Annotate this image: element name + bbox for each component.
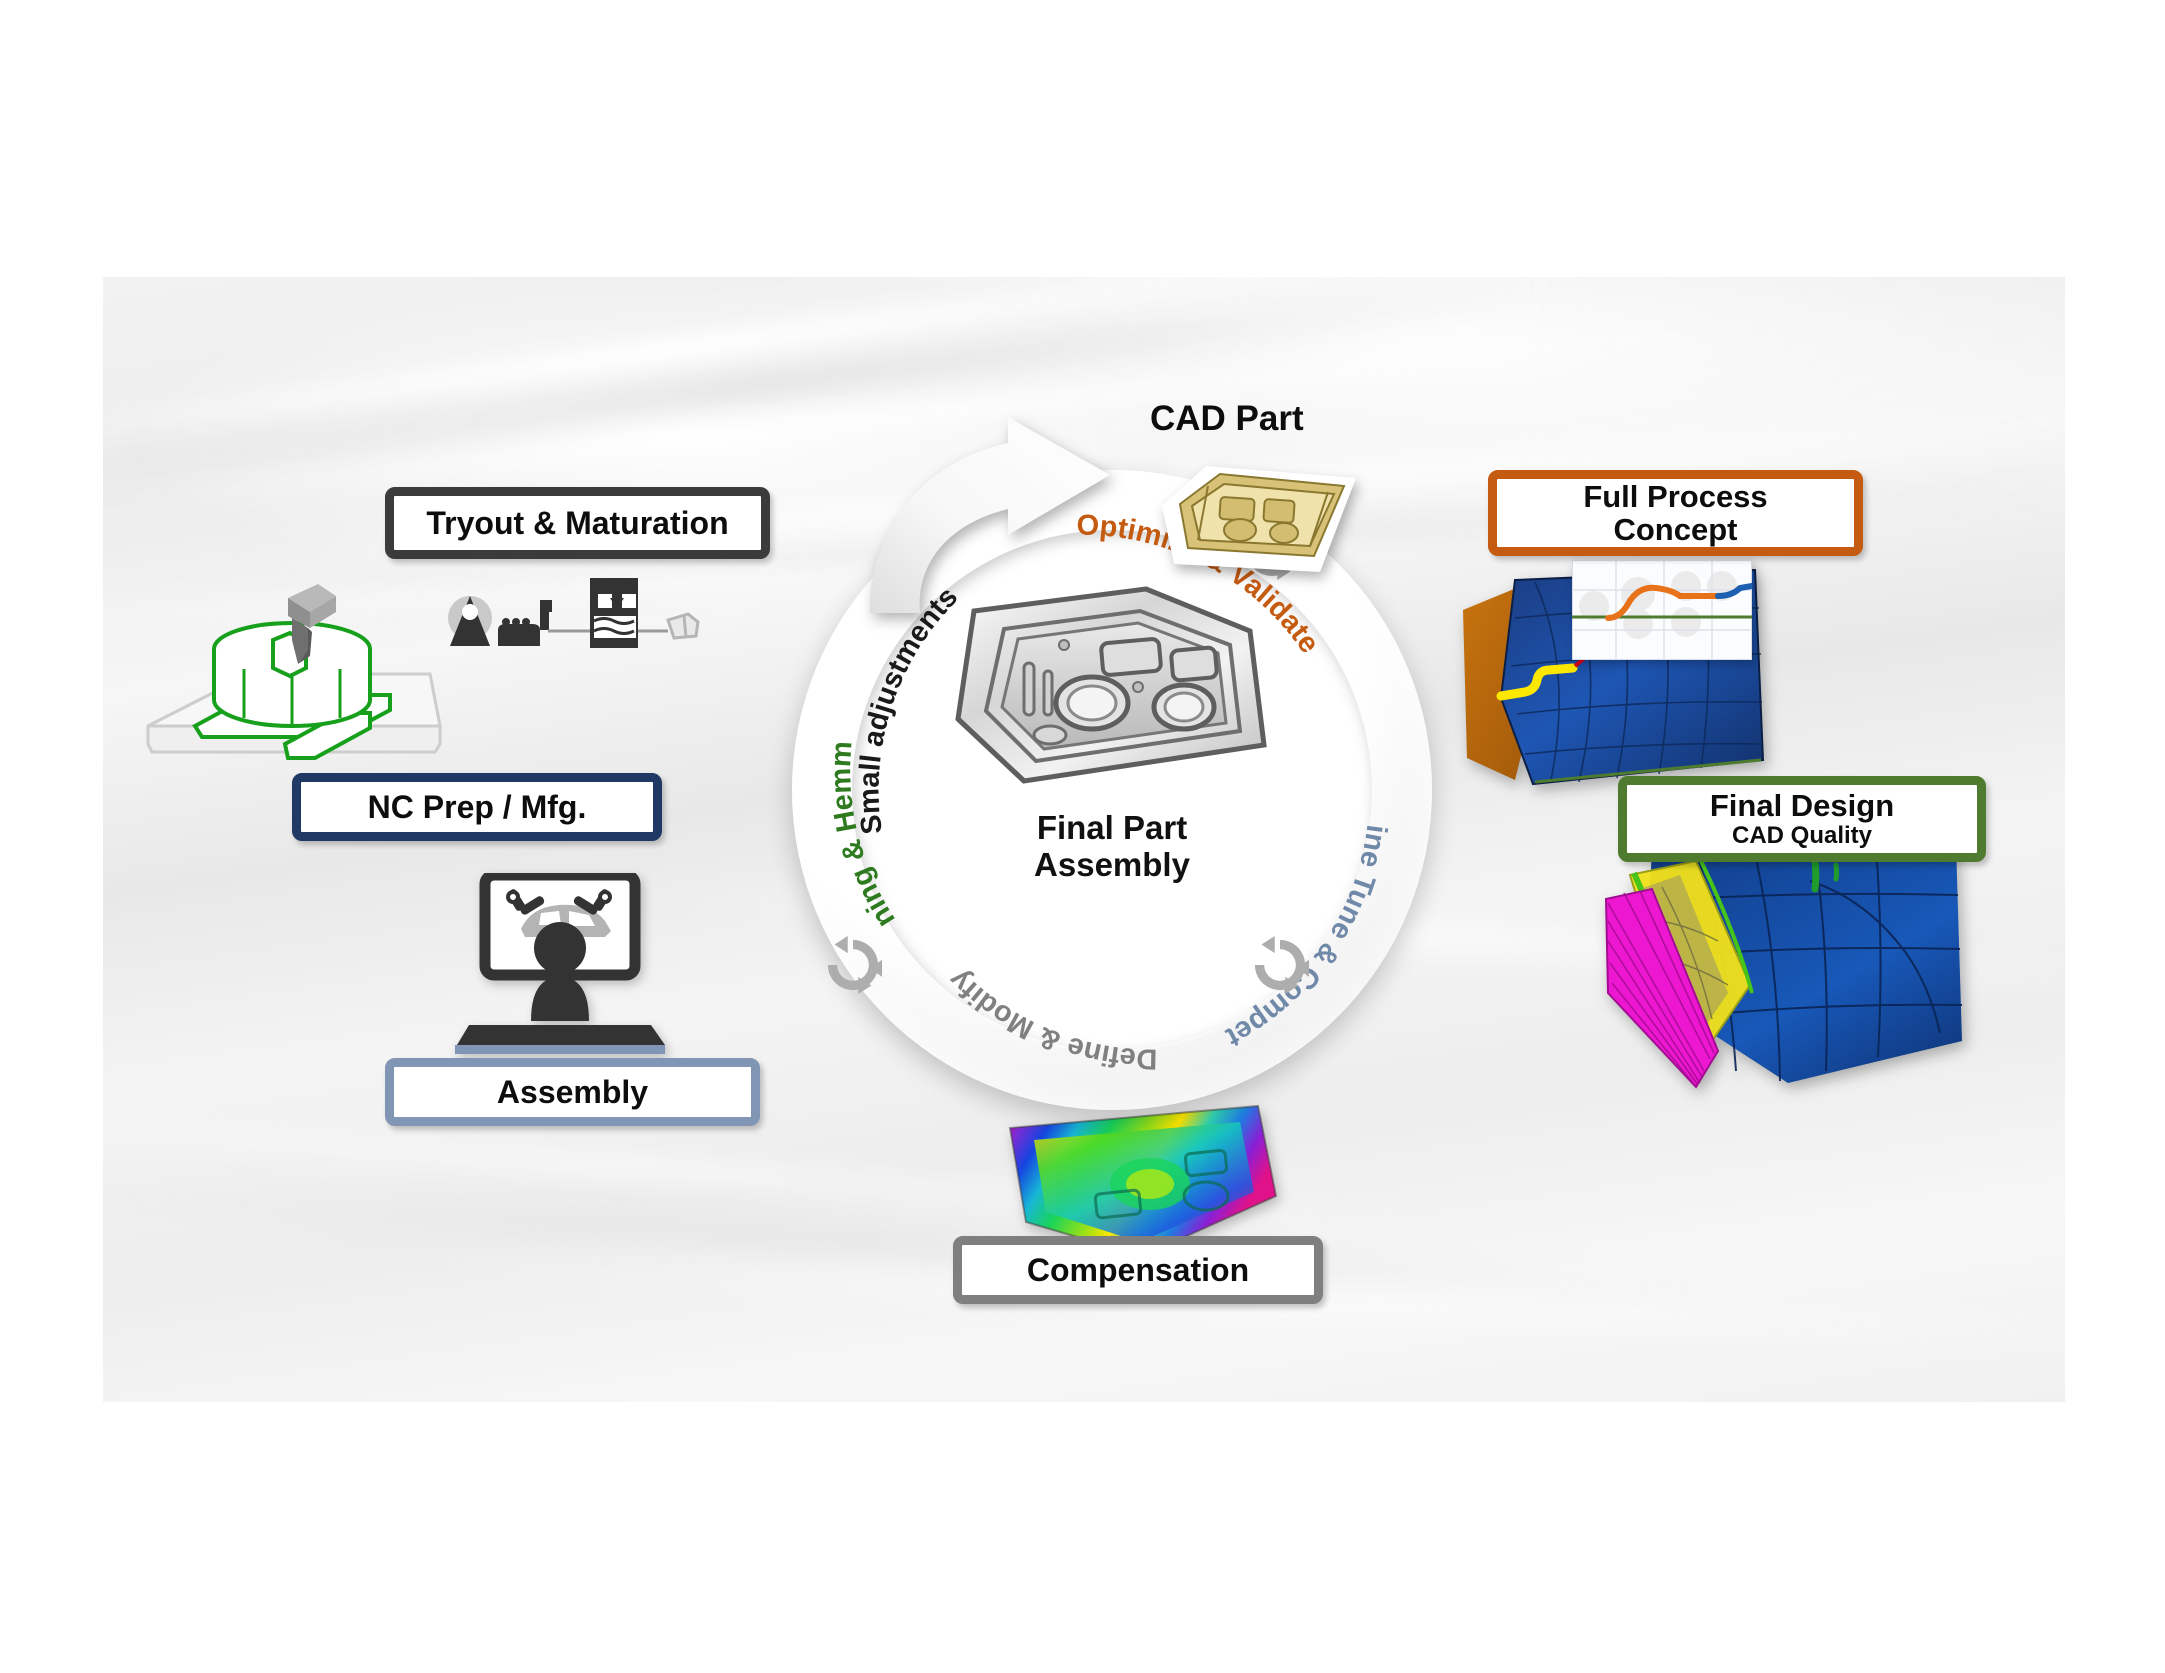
stamping-press-line-icon: [448, 578, 700, 648]
background-shade-band: [103, 1175, 1703, 1305]
assembly-operator-monitor-icon: [455, 873, 665, 1054]
label-full-process-concept[interactable]: Full Process Concept: [1488, 470, 1863, 556]
refresh-cycle-icon: [827, 935, 883, 995]
label-text: Assembly: [496, 1073, 649, 1110]
curved-arrow-icon: [869, 417, 1110, 613]
cad-part-label: CAD Part: [1150, 399, 1304, 438]
label-nc-prep-mfg[interactable]: NC Prep / Mfg.: [292, 773, 662, 841]
slide-canvas: CAD Part Small adjustments Optimi Valida…: [0, 0, 2165, 1673]
label-compensation[interactable]: Compensation: [953, 1236, 1323, 1304]
label-final-design[interactable]: Final Design CAD Quality: [1618, 776, 1986, 862]
label-assembly[interactable]: Assembly: [385, 1058, 760, 1126]
label-sub-text: CAD Quality: [1731, 822, 1872, 850]
label-text: Compensation: [1026, 1251, 1250, 1288]
cycle-label-define-modify: Define & Modify: [943, 963, 1158, 1074]
label-text: NC Prep / Mfg.: [367, 788, 587, 825]
label-text: Full Process Concept: [1583, 478, 1768, 547]
cad-part-gold-image: [1162, 466, 1356, 572]
final-design-cae-image: [1604, 845, 1963, 1089]
label-text: Final Design: [1709, 787, 1895, 823]
label-tryout-maturation[interactable]: Tryout & Maturation: [385, 487, 770, 559]
cycle-center-title: Final Part Assembly: [1034, 809, 1190, 883]
refresh-cycle-icon: [1254, 935, 1310, 995]
section-profile-inset-chart: [1572, 560, 1752, 660]
label-text: Tryout & Maturation: [426, 504, 729, 541]
